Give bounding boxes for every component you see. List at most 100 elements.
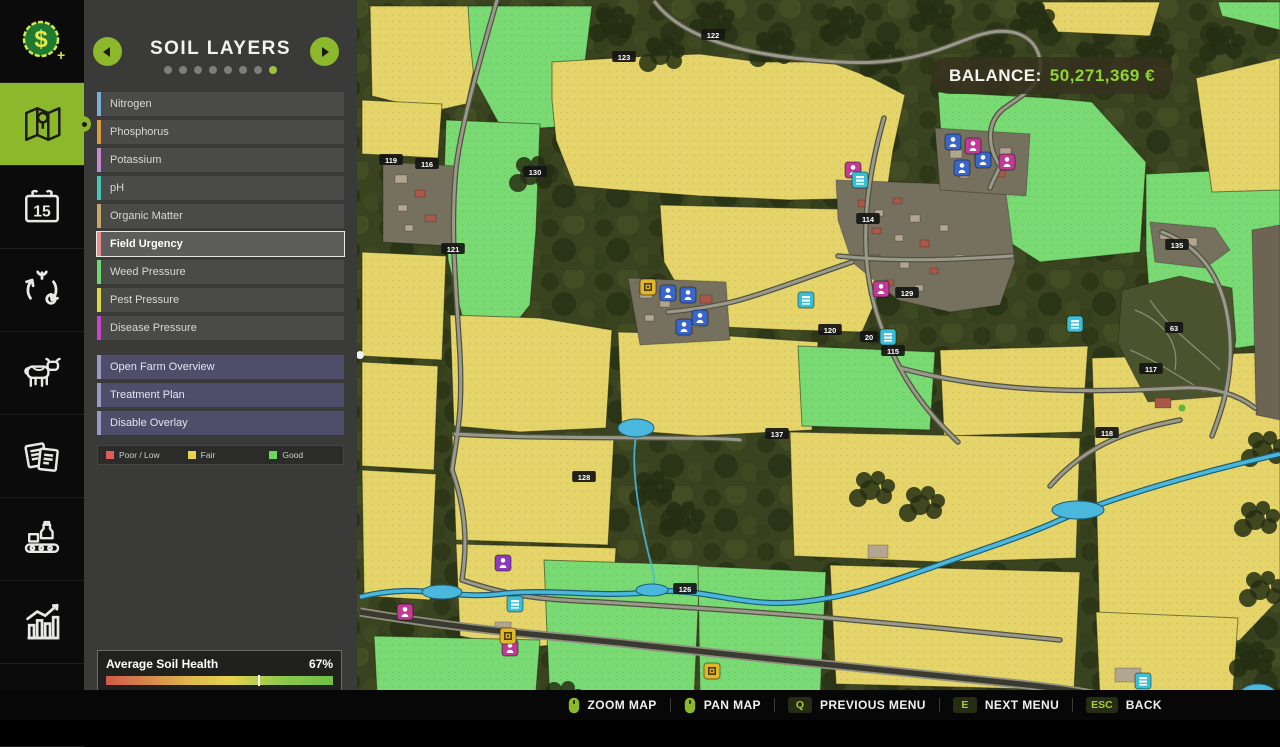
building xyxy=(893,198,902,204)
page-dots xyxy=(84,66,357,74)
map-poi-magenta-icon[interactable] xyxy=(965,138,981,154)
page-dot-active xyxy=(269,66,277,74)
map-poi-blue-icon[interactable] xyxy=(945,134,961,150)
mouse-icon xyxy=(568,697,580,714)
page-dot xyxy=(194,66,202,74)
tree-cluster xyxy=(866,42,882,58)
tree-cluster xyxy=(1199,44,1217,62)
layer-item-ph[interactable]: pH xyxy=(97,176,344,200)
page-dot xyxy=(254,66,262,74)
hotkey-label: ZOOM MAP xyxy=(588,698,657,712)
sidebar: $+ 15 xyxy=(0,0,84,720)
next-layer-page-button[interactable] xyxy=(310,37,339,66)
hotkey-label: BACK xyxy=(1126,698,1162,712)
tree-cluster xyxy=(909,14,927,32)
layer-color-bar xyxy=(97,148,101,172)
layer-item-field-urgency[interactable]: Field Urgency xyxy=(97,232,344,256)
tree-cluster xyxy=(781,39,795,53)
layer-item-disease-pressure[interactable]: Disease Pressure xyxy=(97,316,344,340)
tree-cluster xyxy=(1161,44,1175,58)
map-poi-blue-icon[interactable] xyxy=(692,310,708,326)
svg-text:+: + xyxy=(57,47,65,63)
soil-layers-panel: SOIL LAYERS Nitrogen Phosphorus Potassium p… xyxy=(84,0,357,690)
soil-health-value: 67% xyxy=(309,657,333,671)
field-number: 137 xyxy=(771,430,784,439)
sidebar-item-finances[interactable]: $+ xyxy=(0,0,84,83)
map-poi-yellow-icon[interactable] xyxy=(704,663,720,679)
tree-cluster xyxy=(899,504,917,522)
tree-cluster xyxy=(931,494,945,508)
sidebar-item-animals[interactable] xyxy=(0,332,84,415)
map-poi-magenta-icon[interactable] xyxy=(397,604,413,620)
layer-item-phosphorus[interactable]: Phosphorus xyxy=(97,120,344,144)
map-poi-magenta-icon[interactable] xyxy=(873,281,889,297)
soil-health-label: Average Soil Health xyxy=(106,657,218,671)
tree-cluster xyxy=(1246,572,1262,588)
layer-list: Nitrogen Phosphorus Potassium pH Organic Mat… xyxy=(97,92,344,340)
map-poi-purple-icon[interactable] xyxy=(495,555,511,571)
tree-cluster xyxy=(666,502,682,518)
layer-item-pest-pressure[interactable]: Pest Pressure xyxy=(97,288,344,312)
map-poi-blue-icon[interactable] xyxy=(954,160,970,176)
tree-cluster xyxy=(1041,9,1055,23)
building xyxy=(940,225,948,231)
layer-label: Field Urgency xyxy=(110,238,183,250)
tree-cluster xyxy=(1261,649,1275,663)
keycap-esc: ESC xyxy=(1086,697,1118,713)
map-poi-cyan-icon[interactable] xyxy=(880,329,896,345)
sidebar-item-map[interactable] xyxy=(0,83,84,166)
overview-map[interactable]: 1191161211301231221141291201152013563117… xyxy=(357,0,1280,720)
layer-item-potassium[interactable]: Potassium xyxy=(97,148,344,172)
field-number: 118 xyxy=(1101,429,1113,438)
settlement-area xyxy=(383,162,458,246)
disable-overlay-button[interactable]: Disable Overlay xyxy=(97,411,344,435)
map-poi-blue-icon[interactable] xyxy=(660,285,676,301)
legend-swatch xyxy=(106,451,114,459)
sidebar-item-contracts[interactable] xyxy=(0,415,84,498)
map-poi-cyan-icon[interactable] xyxy=(852,172,868,188)
hotkey-divider xyxy=(1072,698,1073,712)
tree-cluster xyxy=(671,44,685,58)
map-poi-magenta-icon[interactable] xyxy=(999,154,1015,170)
open-farm-overview-button[interactable]: Open Farm Overview xyxy=(97,355,344,379)
sidebar-item-calendar[interactable]: 15 xyxy=(0,166,84,249)
map-icon xyxy=(20,102,64,146)
soil-health-gradient-bar xyxy=(106,676,333,685)
action-color-bar xyxy=(97,355,101,379)
layer-item-organic-matter[interactable]: Organic Matter xyxy=(97,204,344,228)
page-dot xyxy=(224,66,232,74)
tree-cluster xyxy=(1248,432,1264,448)
map-poi-cyan-icon[interactable] xyxy=(507,596,523,612)
layer-item-nitrogen[interactable]: Nitrogen xyxy=(97,92,344,116)
hotkey-divider xyxy=(774,698,775,712)
map-poi-yellow-icon[interactable] xyxy=(640,279,656,295)
map-poi-cyan-icon[interactable] xyxy=(798,292,814,308)
building xyxy=(425,215,436,222)
legend-swatch xyxy=(269,451,277,459)
pond xyxy=(422,585,462,599)
building xyxy=(398,205,407,211)
arrow-right-icon xyxy=(322,47,329,57)
layer-label: Weed Pressure xyxy=(110,266,186,278)
map-poi-blue-icon[interactable] xyxy=(680,287,696,303)
legend-label: Fair xyxy=(201,450,216,460)
layer-color-bar xyxy=(97,204,101,228)
field-number: 123 xyxy=(618,53,631,62)
treatment-plan-button[interactable]: Treatment Plan xyxy=(97,383,344,407)
map-poi-cyan-icon[interactable] xyxy=(1067,316,1083,332)
map-poi-yellow-icon[interactable] xyxy=(500,628,516,644)
tree-cluster xyxy=(589,24,607,42)
cow-icon xyxy=(18,349,66,397)
map-poi-blue-icon[interactable] xyxy=(676,319,692,335)
sidebar-item-production[interactable] xyxy=(0,498,84,581)
layer-item-weed-pressure[interactable]: Weed Pressure xyxy=(97,260,344,284)
layer-color-bar xyxy=(97,316,101,340)
page-dot xyxy=(164,66,172,74)
sidebar-item-crop-rotation[interactable] xyxy=(0,249,84,332)
layer-color-bar xyxy=(97,288,101,312)
action-list: Open Farm Overview Treatment Plan Disable … xyxy=(97,355,344,435)
panel-header: SOIL LAYERS xyxy=(84,0,357,92)
tree-cluster xyxy=(1001,44,1015,58)
sidebar-item-statistics[interactable] xyxy=(0,581,84,664)
map-poi-cyan-icon[interactable] xyxy=(1135,673,1151,689)
